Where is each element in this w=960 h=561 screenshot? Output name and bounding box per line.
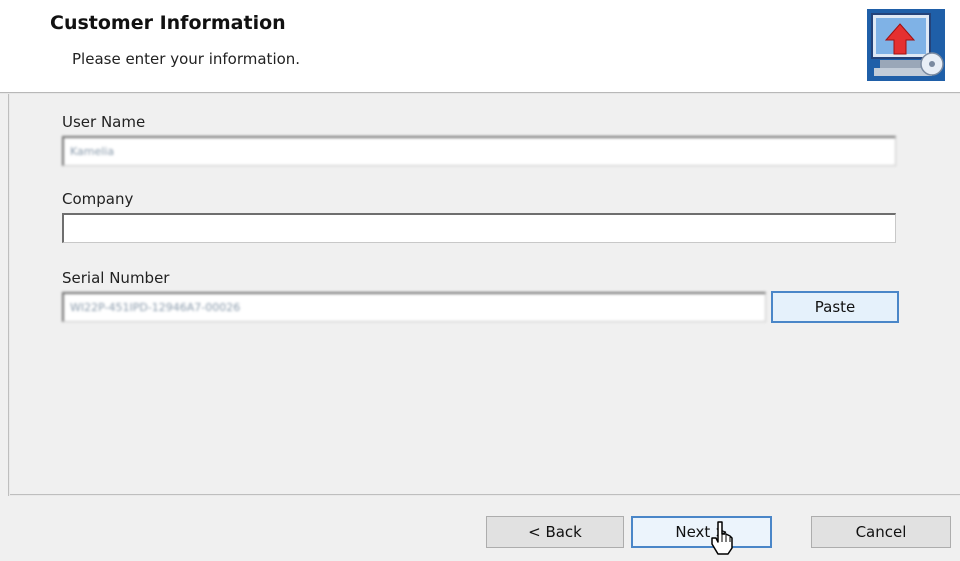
- company-label: Company: [62, 190, 134, 208]
- footer-separator: [10, 494, 960, 496]
- back-button[interactable]: < Back: [486, 516, 624, 548]
- page-title: Customer Information: [50, 12, 286, 34]
- serial-number-input[interactable]: [62, 292, 766, 322]
- user-name-label: User Name: [62, 113, 146, 131]
- next-button[interactable]: Next >: [631, 516, 772, 548]
- header-panel: Customer Information Please enter your i…: [0, 0, 960, 92]
- mouse-pointer-icon: [711, 521, 733, 555]
- page-subtitle: Please enter your information.: [72, 50, 301, 68]
- paste-button[interactable]: Paste: [771, 291, 899, 323]
- user-name-input[interactable]: [62, 136, 896, 166]
- header-separator: [0, 92, 960, 94]
- serial-number-label: Serial Number: [62, 269, 170, 287]
- cancel-button[interactable]: Cancel: [811, 516, 951, 548]
- left-frame-edge: [8, 94, 10, 496]
- setup-computer-icon: [867, 9, 945, 81]
- company-input[interactable]: [62, 213, 896, 243]
